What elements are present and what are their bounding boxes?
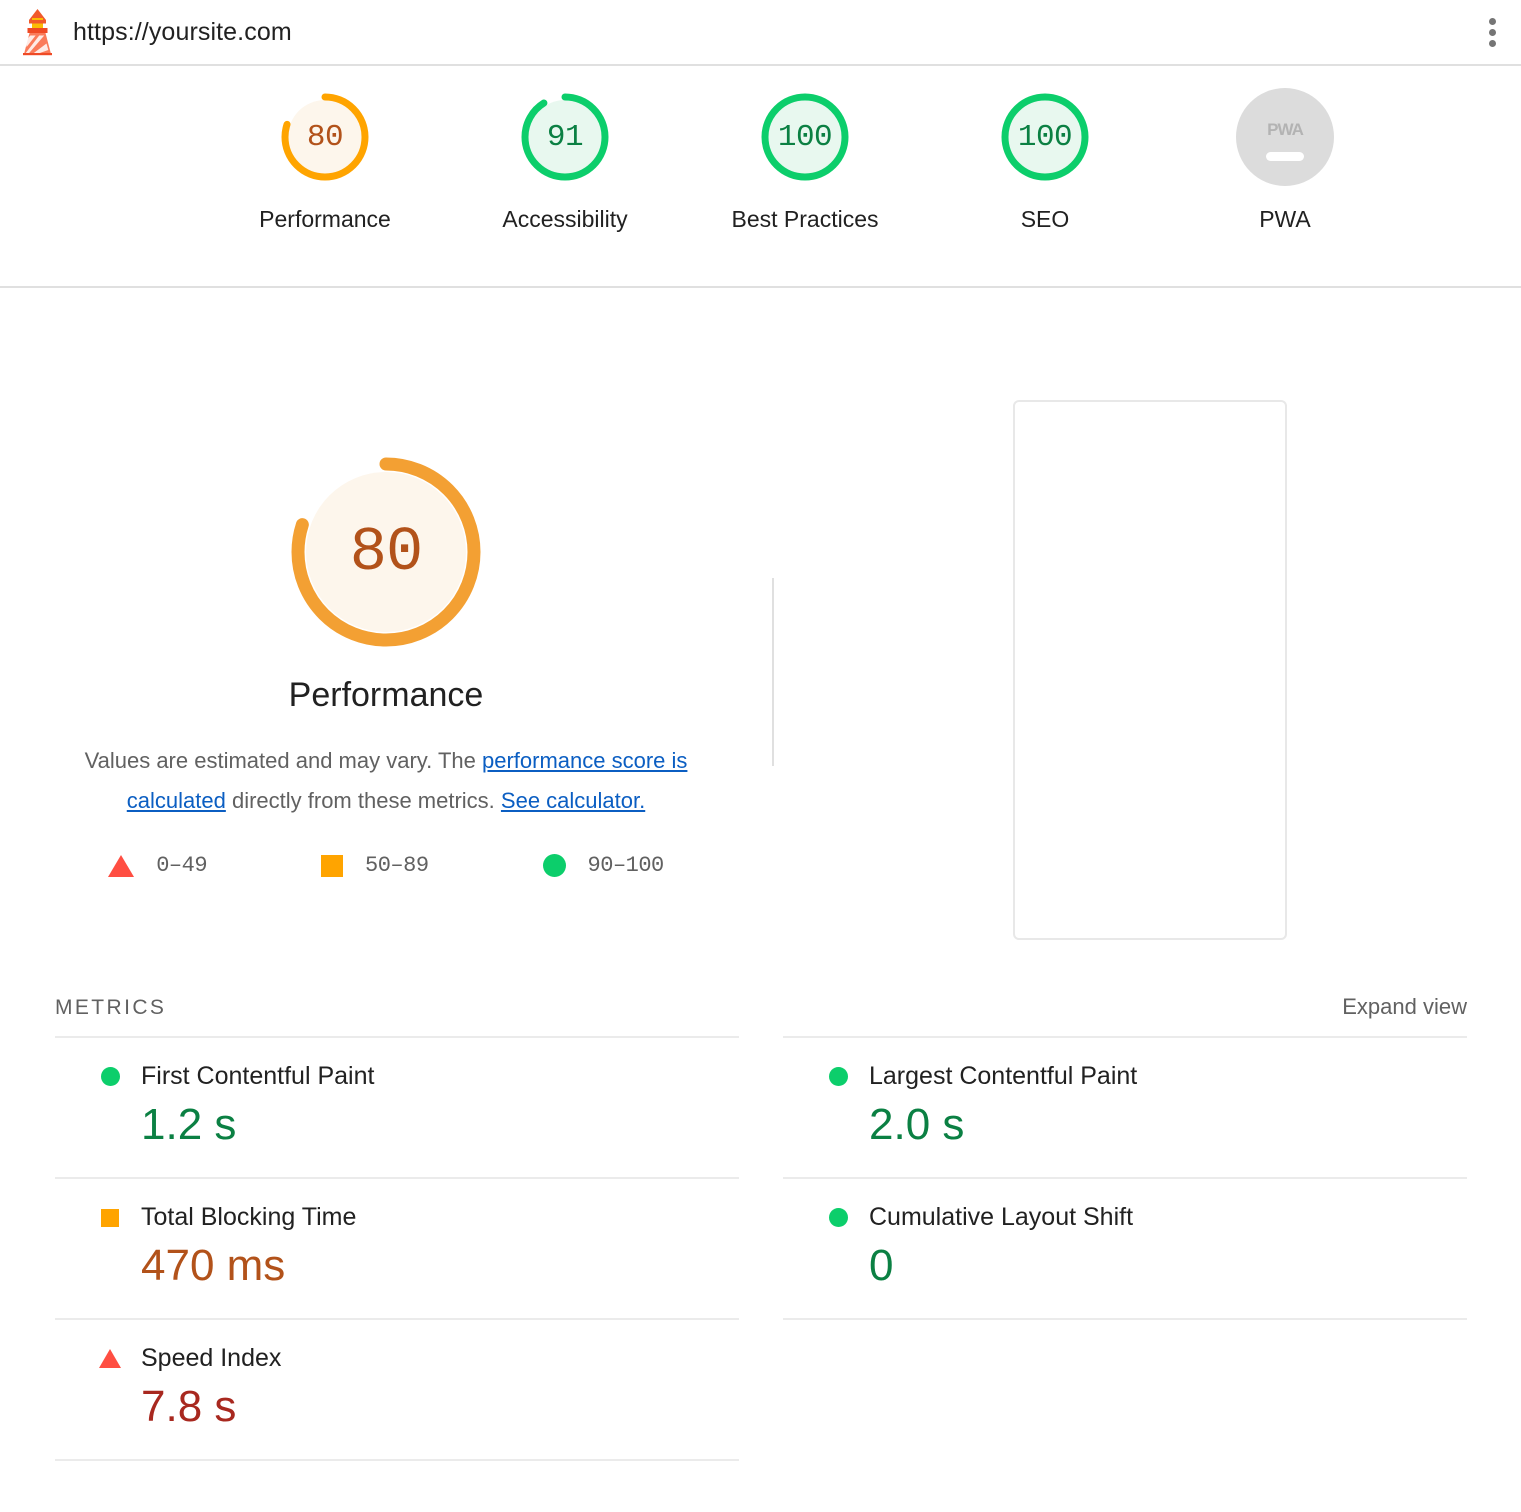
score-gauge-best-practices[interactable]: 100 Best Practices — [685, 88, 925, 233]
legend-item-fail: 0–49 — [108, 853, 207, 878]
score-value: 100 — [756, 88, 854, 186]
score-legend: 0–49 50–89 90–100 — [108, 853, 664, 878]
score-label: Best Practices — [732, 206, 879, 233]
expand-view-toggle[interactable]: Expand view — [1342, 994, 1467, 1020]
more-vert-icon[interactable] — [1477, 15, 1507, 49]
circle-icon — [829, 1067, 848, 1086]
metric-name: Largest Contentful Paint — [869, 1062, 1137, 1091]
metric-name: Speed Index — [141, 1344, 281, 1373]
page-url: https://yoursite.com — [73, 18, 292, 47]
metric-value: 0 — [869, 1240, 1467, 1292]
gauge-performance: 80 — [276, 88, 374, 186]
metric-row[interactable]: First Contentful Paint 1.2 s — [55, 1036, 739, 1177]
metric-name: Total Blocking Time — [141, 1203, 356, 1232]
metrics-header: METRICS Expand view — [55, 994, 1467, 1020]
score-gauge-performance[interactable]: 80 Performance — [205, 88, 445, 233]
vertical-divider — [772, 578, 774, 766]
legend-range: 0–49 — [156, 853, 207, 878]
score-gauge-accessibility[interactable]: 91 Accessibility — [445, 88, 685, 233]
metric-row[interactable]: Largest Contentful Paint 2.0 s — [783, 1036, 1467, 1177]
metric-name: Cumulative Layout Shift — [869, 1203, 1133, 1232]
score-label: Accessibility — [502, 206, 627, 233]
square-icon — [321, 855, 343, 877]
pwa-badge-text: PWA — [1267, 120, 1303, 140]
desc-text-2: directly from these metrics. — [226, 788, 501, 813]
see-calculator-link[interactable]: See calculator. — [501, 788, 645, 813]
final-screenshot — [1013, 400, 1287, 940]
metrics-column-right: Largest Contentful Paint 2.0 s Cumulativ… — [783, 1036, 1467, 1461]
legend-range: 50–89 — [365, 853, 429, 878]
desc-text-1: Values are estimated and may vary. The — [85, 748, 482, 773]
metric-status-icon — [825, 1208, 851, 1227]
gauge-best-practices: 100 — [756, 88, 854, 186]
gauge-accessibility: 91 — [516, 88, 614, 186]
metric-value: 470 ms — [141, 1240, 739, 1292]
metric-value: 7.8 s — [141, 1381, 739, 1433]
kebab-dot-1 — [1489, 18, 1496, 25]
score-value: 91 — [516, 88, 614, 186]
score-value: 80 — [276, 88, 374, 186]
metric-value: 2.0 s — [869, 1099, 1467, 1151]
kebab-dot-2 — [1489, 29, 1496, 36]
circle-icon — [543, 854, 566, 877]
performance-description: Values are estimated and may vary. The p… — [56, 741, 716, 821]
metric-name: First Contentful Paint — [141, 1062, 374, 1091]
score-gauge-pwa[interactable]: PWA PWA — [1165, 88, 1405, 233]
pwa-badge-icon: PWA — [1236, 88, 1334, 186]
triangle-icon — [99, 1349, 121, 1368]
square-icon — [101, 1209, 119, 1227]
kebab-dot-3 — [1489, 40, 1496, 47]
score-summary-bar: 80 Performance 91 Accessibility 100 Best… — [0, 66, 1521, 288]
metric-row[interactable]: Total Blocking Time 470 ms — [55, 1177, 739, 1318]
score-label: PWA — [1259, 206, 1311, 233]
metric-status-icon — [97, 1209, 123, 1227]
score-label: Performance — [259, 206, 391, 233]
circle-icon — [101, 1067, 120, 1086]
metric-value: 1.2 s — [141, 1099, 739, 1151]
score-gauge-seo[interactable]: 100 SEO — [925, 88, 1165, 233]
performance-title: Performance — [289, 676, 484, 715]
performance-score-value: 80 — [286, 452, 486, 652]
metric-status-icon — [825, 1067, 851, 1086]
metric-status-icon — [97, 1067, 123, 1086]
main-content: 80 Performance Values are estimated and … — [0, 288, 1521, 1512]
legend-item-average: 50–89 — [321, 853, 429, 878]
metrics-heading: METRICS — [55, 996, 166, 1020]
pwa-dash-icon — [1266, 152, 1304, 161]
score-value: 100 — [996, 88, 1094, 186]
metric-row[interactable]: Speed Index 7.8 s — [55, 1318, 739, 1461]
metric-status-icon — [97, 1349, 123, 1368]
legend-item-pass: 90–100 — [543, 853, 664, 878]
circle-icon — [829, 1208, 848, 1227]
gauge-seo: 100 — [996, 88, 1094, 186]
gauge-performance-large: 80 — [286, 452, 486, 652]
legend-range: 90–100 — [588, 853, 664, 878]
topbar: https://yoursite.com — [0, 0, 1521, 66]
metrics-column-left: First Contentful Paint 1.2 s Total Block… — [55, 1036, 739, 1461]
triangle-icon — [108, 855, 134, 877]
metrics-columns: First Contentful Paint 1.2 s Total Block… — [55, 1036, 1467, 1461]
metric-row[interactable]: Cumulative Layout Shift 0 — [783, 1177, 1467, 1320]
lighthouse-icon — [15, 7, 60, 57]
performance-category-block: 80 Performance Values are estimated and … — [0, 288, 772, 878]
score-label: SEO — [1021, 206, 1070, 233]
